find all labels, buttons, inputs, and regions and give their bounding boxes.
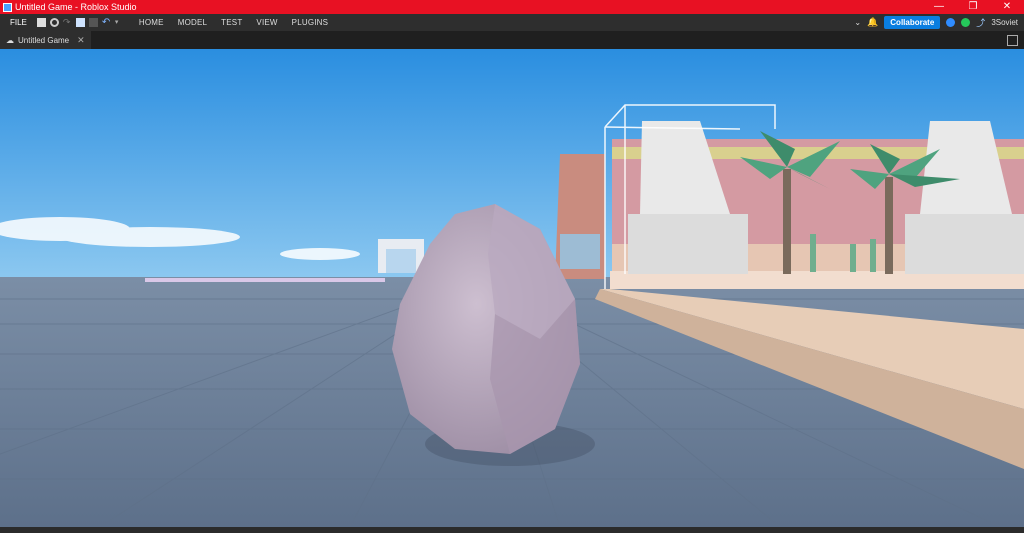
right-toolbar: ⌄ 🔔 Collaborate ⤴ 3Soviet <box>854 16 1024 29</box>
menu-bar: FILE ↷ ↶ ▾ HOME MODEL TEST VIEW PLUGINS … <box>0 14 1024 31</box>
chevron-down-icon[interactable]: ⌄ <box>854 18 861 27</box>
new-file-icon[interactable] <box>36 18 46 27</box>
3d-viewport[interactable] <box>0 49 1024 527</box>
status-icon[interactable] <box>961 18 971 27</box>
document-tab-bar: ☁ Untitled Game ✕ <box>0 31 1024 49</box>
publish-icon[interactable] <box>75 18 85 27</box>
tab-label: Untitled Game <box>18 35 70 45</box>
tab-close-icon[interactable]: ✕ <box>77 35 85 46</box>
window-controls: — ❐ ✕ <box>922 0 1024 14</box>
maximize-button[interactable]: ❐ <box>956 0 990 14</box>
window-title: Untitled Game - Roblox Studio <box>15 2 137 12</box>
roblox-studio-icon <box>3 2 12 12</box>
menu-home[interactable]: HOME <box>132 18 171 27</box>
quick-access-toolbar: ↷ ↶ ▾ <box>36 18 124 28</box>
tab-untitled-game[interactable]: ☁ Untitled Game ✕ <box>0 31 91 49</box>
distant-arch <box>378 239 424 273</box>
collaborate-button[interactable]: Collaborate <box>884 16 941 29</box>
menu-file[interactable]: FILE <box>0 18 37 27</box>
menu-plugins[interactable]: PLUGINS <box>285 18 336 27</box>
menu-model[interactable]: MODEL <box>171 18 214 27</box>
close-button[interactable]: ✕ <box>990 0 1024 14</box>
undo-icon[interactable]: ↶ <box>102 18 111 28</box>
stop-icon[interactable] <box>88 18 98 27</box>
menu-test[interactable]: TEST <box>214 18 249 27</box>
redo-icon[interactable]: ↷ <box>63 18 72 27</box>
status-bar <box>0 527 1024 533</box>
menu-view[interactable]: VIEW <box>249 18 284 27</box>
help-icon[interactable] <box>946 18 956 27</box>
scene-render <box>0 49 1024 527</box>
undo-dropdown-icon[interactable]: ▾ <box>115 18 124 27</box>
cloud-icon: ☁ <box>6 35 14 45</box>
notification-bell-icon[interactable]: 🔔 <box>867 17 878 28</box>
spawn-strip <box>145 278 385 282</box>
title-bar: Untitled Game - Roblox Studio — ❐ ✕ <box>0 0 1024 14</box>
share-icon[interactable]: ⤴ <box>976 16 985 29</box>
dock-icon[interactable] <box>1007 34 1018 46</box>
binoculars-icon[interactable] <box>49 18 59 27</box>
minimize-button[interactable]: — <box>922 0 956 14</box>
username-label[interactable]: 3Soviet <box>991 18 1018 27</box>
